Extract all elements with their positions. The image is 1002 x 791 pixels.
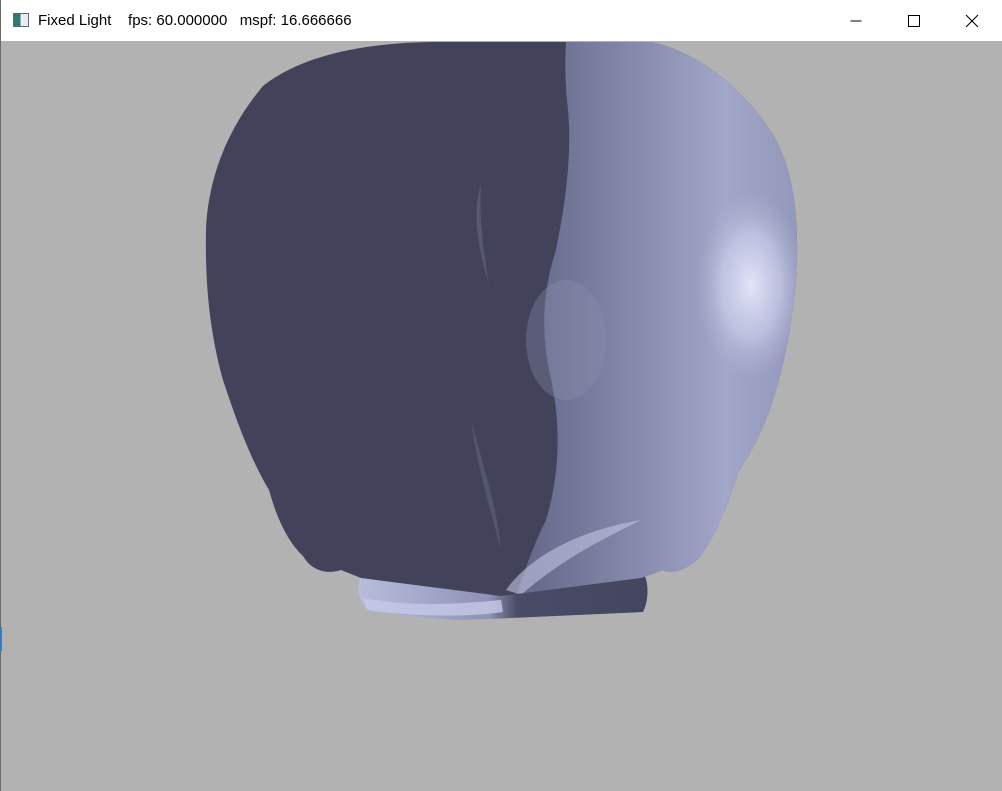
minimize-icon: [850, 20, 862, 21]
head-model-render: [205, 42, 798, 620]
model-specular-highlight: [696, 190, 798, 380]
maximize-button[interactable]: [885, 0, 943, 41]
maximize-icon: [908, 14, 920, 27]
title-bar[interactable]: Fixed Light fps: 60.000000 mspf: 16.6666…: [1, 0, 1002, 41]
close-button[interactable]: [943, 0, 1001, 41]
render-viewport[interactable]: [1, 41, 1002, 791]
window-title: Fixed Light fps: 60.000000 mspf: 16.6666…: [38, 12, 352, 29]
app-icon: [13, 13, 29, 27]
model-lit-bulge: [526, 280, 606, 400]
side-accent-strip: [0, 627, 2, 651]
close-icon: [965, 14, 979, 27]
app-window: Fixed Light fps: 60.000000 mspf: 16.6666…: [0, 0, 1002, 791]
minimize-button[interactable]: [827, 0, 885, 41]
